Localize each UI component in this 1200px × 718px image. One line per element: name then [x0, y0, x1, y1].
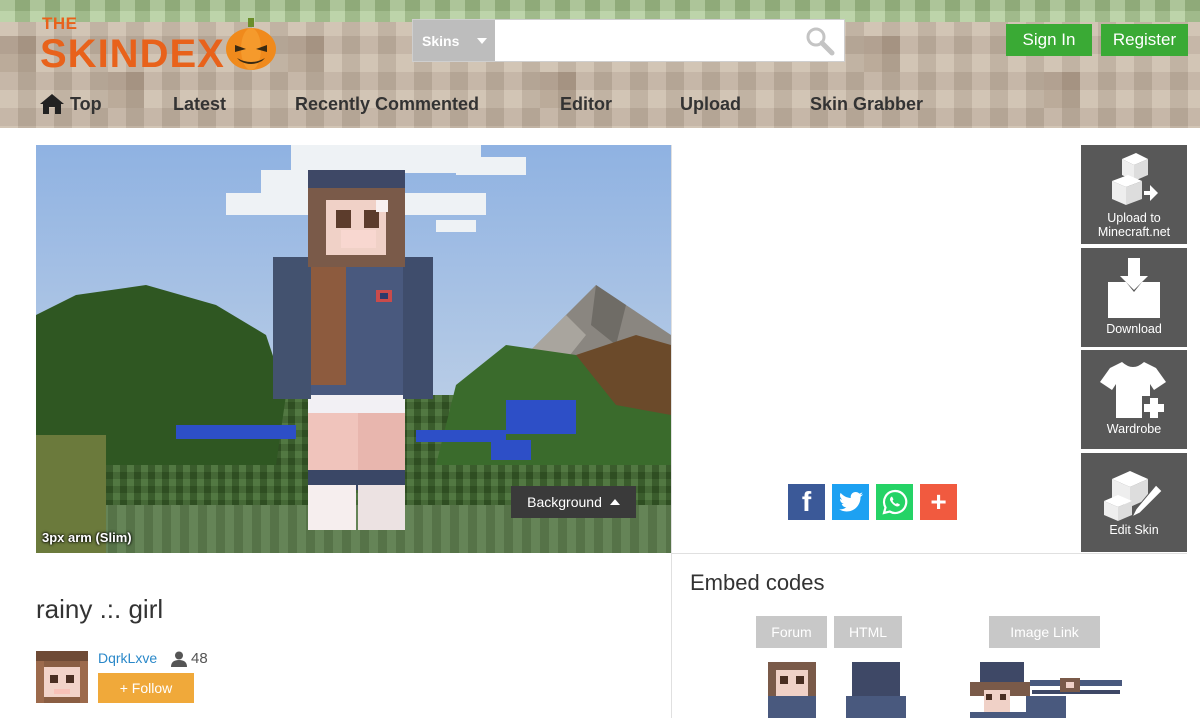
- pumpkin-icon: [226, 18, 276, 70]
- search-icon: [806, 27, 835, 55]
- facebook-icon: f: [801, 486, 812, 517]
- wardrobe-button[interactable]: Wardrobe: [1081, 350, 1187, 449]
- share-facebook-button[interactable]: f: [788, 484, 825, 520]
- avatar-image: [36, 651, 88, 703]
- share-twitter-button[interactable]: [832, 484, 869, 520]
- logo-skindex-text: SKINDEX: [40, 32, 225, 76]
- nav-editor[interactable]: Editor: [560, 90, 612, 118]
- background-button-label: Background: [527, 494, 602, 510]
- logo-the-text: THE: [42, 14, 78, 33]
- embed-tab-html[interactable]: HTML: [834, 616, 902, 648]
- nav-skin-grabber[interactable]: Skin Grabber: [810, 90, 923, 118]
- share-more-button[interactable]: +: [920, 484, 957, 520]
- embed-tab-forum[interactable]: Forum: [756, 616, 827, 648]
- chevron-down-icon: [477, 38, 487, 44]
- upload-to-minecraft-button[interactable]: Upload to Minecraft.net: [1081, 145, 1187, 244]
- upload-label-line1: Upload to: [1107, 211, 1161, 225]
- home-icon: [40, 94, 64, 114]
- skin-title: rainy .:. girl: [36, 594, 164, 624]
- download-icon: [1108, 258, 1160, 318]
- download-label: Download: [1106, 322, 1162, 336]
- panel-divider-horizontal: [672, 553, 1187, 554]
- site-logo[interactable]: THE SKINDEX: [40, 12, 280, 76]
- nav-latest[interactable]: Latest: [173, 90, 226, 118]
- edit-skin-button[interactable]: Edit Skin: [1081, 453, 1187, 552]
- download-button[interactable]: Download: [1081, 248, 1187, 347]
- skin-3d-preview[interactable]: Background 3px arm (Slim): [36, 145, 671, 553]
- follower-count: 48: [171, 650, 208, 667]
- edit-skin-label: Edit Skin: [1109, 523, 1159, 537]
- twitter-icon: [838, 492, 863, 512]
- nav-recently-commented[interactable]: Recently Commented: [295, 90, 479, 118]
- upload-label-line2: Minecraft.net: [1097, 225, 1171, 239]
- search-type-label: Skins: [422, 32, 460, 49]
- plus-icon: +: [930, 486, 947, 517]
- search-input[interactable]: [495, 20, 796, 61]
- edit-cube-icon: [1104, 471, 1163, 521]
- embed-preview-front: [768, 662, 816, 718]
- author-avatar[interactable]: [36, 651, 88, 703]
- embed-preview-texture: [970, 662, 1122, 718]
- embed-codes-title: Embed codes: [690, 570, 825, 595]
- arm-type-label: 3px arm (Slim): [42, 530, 132, 545]
- embed-tab-image-link[interactable]: Image Link: [989, 616, 1100, 648]
- upload-cube-icon: [1112, 153, 1158, 205]
- author-link[interactable]: DqrkLxve: [98, 650, 157, 666]
- search-bar: Skins: [412, 19, 845, 62]
- follow-button[interactable]: + Follow: [98, 673, 194, 703]
- chevron-up-icon: [609, 499, 620, 505]
- search-type-dropdown[interactable]: Skins: [413, 20, 495, 61]
- embed-preview-back: [846, 662, 906, 718]
- tshirt-plus-icon: [1100, 362, 1166, 420]
- sign-in-button[interactable]: Sign In: [1006, 24, 1092, 56]
- nav-top-label: Top: [70, 93, 102, 114]
- share-whatsapp-button[interactable]: [876, 484, 913, 520]
- panel-divider-vertical: [671, 145, 672, 718]
- nav-upload[interactable]: Upload: [680, 90, 741, 118]
- wardrobe-label: Wardrobe: [1106, 422, 1162, 436]
- nav-top[interactable]: Top: [40, 90, 102, 118]
- search-button[interactable]: [796, 20, 844, 61]
- follower-count-value: 48: [191, 650, 208, 667]
- register-button[interactable]: Register: [1101, 24, 1188, 56]
- whatsapp-icon: [881, 489, 907, 515]
- user-icon: [171, 651, 187, 667]
- background-button[interactable]: Background: [511, 486, 636, 518]
- site-header: THE SKINDEX Skins Sign In Register Top L…: [0, 0, 1200, 128]
